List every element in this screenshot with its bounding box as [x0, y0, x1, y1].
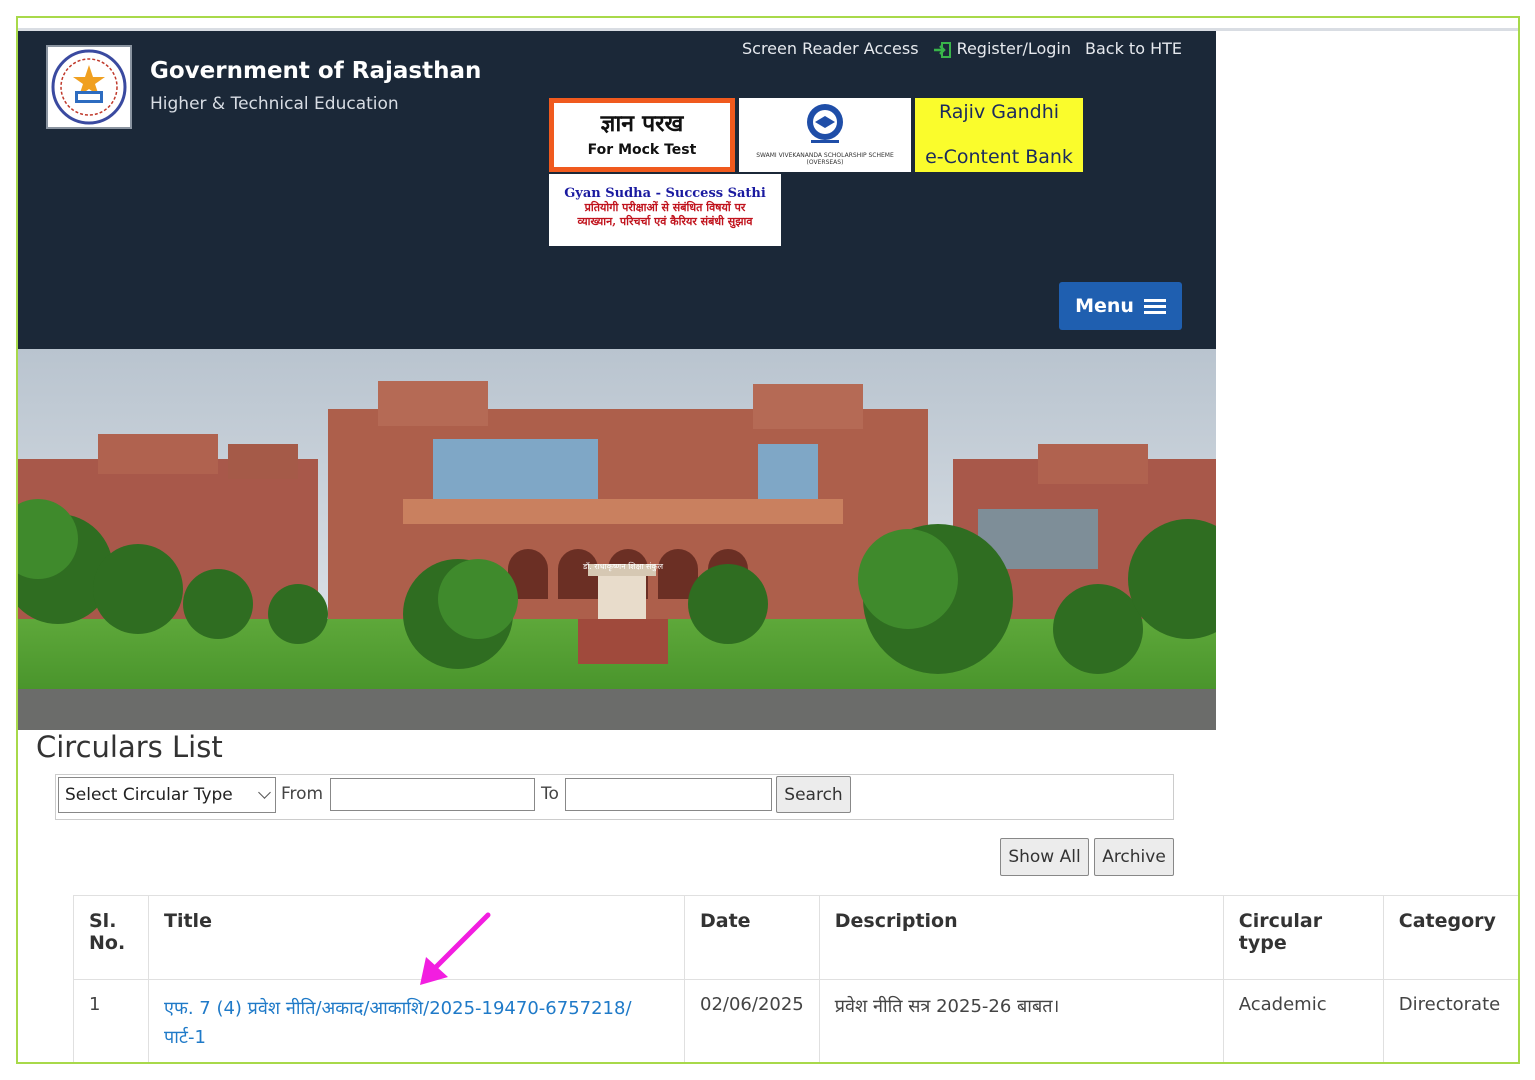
annotation-arrow-icon [420, 912, 491, 985]
row-sl: 1 [73, 979, 149, 1062]
to-date-input[interactable] [565, 778, 772, 811]
chevron-down-icon [258, 786, 271, 799]
gyan-sudha-line1: प्रतियोगी परीक्षाओं से संबंधित विषयों पर [584, 201, 746, 214]
screen-reader-link[interactable]: Screen Reader Access [742, 39, 919, 58]
hamburger-icon [1143, 296, 1166, 317]
row-circular-type: Academic [1222, 979, 1384, 1062]
login-icon [933, 41, 951, 58]
row-category: Directorate [1382, 979, 1518, 1062]
circulars-table: Sl. No. Title Date Description Circular … [73, 895, 1518, 1062]
circular-type-select-value: Select Circular Type [65, 785, 233, 805]
back-to-hte-link[interactable]: Back to HTE [1085, 39, 1182, 58]
site-subtitle: Higher & Technical Education [150, 94, 399, 114]
row-description: प्रवेश नीति सत्र 2025-26 बाबत। [818, 979, 1224, 1062]
column-header-date: Date [684, 895, 820, 980]
rajiv-gandhi-econtent-banner[interactable]: Rajiv Gandhi e-Content Bank [915, 98, 1083, 172]
to-label: To [541, 784, 559, 804]
from-date-input[interactable] [330, 778, 535, 811]
column-header-description: Description [818, 895, 1224, 980]
top-links: Screen Reader Access Register/Login Back… [742, 39, 1182, 58]
menu-button[interactable]: Menu [1059, 282, 1182, 330]
table-header-row: Sl. No. Title Date Description Circular … [73, 895, 1518, 980]
circular-title-link[interactable]: एफ. 7 (4) प्रवेश नीति/अकाद/आकाशि/2025-19… [164, 998, 632, 1048]
column-header-circular-type: Circular type [1222, 895, 1384, 980]
scholarship-emblem-icon [807, 104, 843, 143]
table-row: 1 एफ. 7 (4) प्रवेश नीति/अकाद/आकाशि/2025-… [73, 979, 1518, 1062]
rajiv-gandhi-line2: e-Content Bank [925, 146, 1073, 168]
gyan-sudha-title: Gyan Sudha - Success Sathi [564, 186, 766, 201]
campus-photo: डॉ. राधाकृष्णन शिक्षा संकुल [18, 349, 1216, 730]
site-header: Government of Rajasthan Higher & Technic… [18, 31, 1216, 349]
show-all-button[interactable]: Show All [1000, 838, 1089, 876]
circular-type-select[interactable]: Select Circular Type [58, 777, 276, 813]
gyan-parakh-title: ज्ञान परख [600, 110, 684, 137]
site-title: Government of Rajasthan [150, 58, 482, 84]
search-button[interactable]: Search [776, 776, 851, 813]
page-frame: Government of Rajasthan Higher & Technic… [16, 16, 1520, 1064]
column-header-category: Category [1382, 895, 1518, 980]
government-emblem-logo[interactable] [46, 45, 132, 129]
from-label: From [281, 784, 324, 804]
gyan-parakh-subtitle: For Mock Test [587, 142, 697, 158]
svs-caption: SWAMI VIVEKANANDA SCHOLARSHIP SCHEME (OV… [756, 152, 894, 166]
rajiv-gandhi-line1: Rajiv Gandhi [938, 101, 1060, 123]
gyan-parakh-banner[interactable]: ज्ञान परख For Mock Test [549, 98, 735, 172]
menu-label: Menu [1075, 295, 1134, 317]
gyan-sudha-line2: व्याख्यान, परिचर्चा एवं कैरियर संबंधी सु… [577, 215, 753, 228]
gyan-sudha-banner[interactable]: Gyan Sudha - Success Sathi प्रतियोगी परी… [549, 174, 781, 246]
row-title-cell: एफ. 7 (4) प्रवेश नीति/अकाद/आकाशि/2025-19… [148, 979, 685, 1062]
circulars-heading: Circulars List [36, 730, 223, 764]
svs-scholarship-banner[interactable]: SWAMI VIVEKANANDA SCHOLARSHIP SCHEME (OV… [739, 98, 911, 172]
row-date: 02/06/2025 [684, 979, 820, 1062]
register-login-label: Register/Login [956, 39, 1071, 58]
circular-filter-bar: Select Circular Type From To Search [55, 774, 1174, 820]
archive-button[interactable]: Archive [1094, 838, 1174, 876]
register-login-link[interactable]: Register/Login [933, 39, 1071, 58]
column-header-sl: Sl. No. [73, 895, 149, 980]
campus-signage: डॉ. राधाकृष्णन शिक्षा संकुल [582, 561, 664, 572]
